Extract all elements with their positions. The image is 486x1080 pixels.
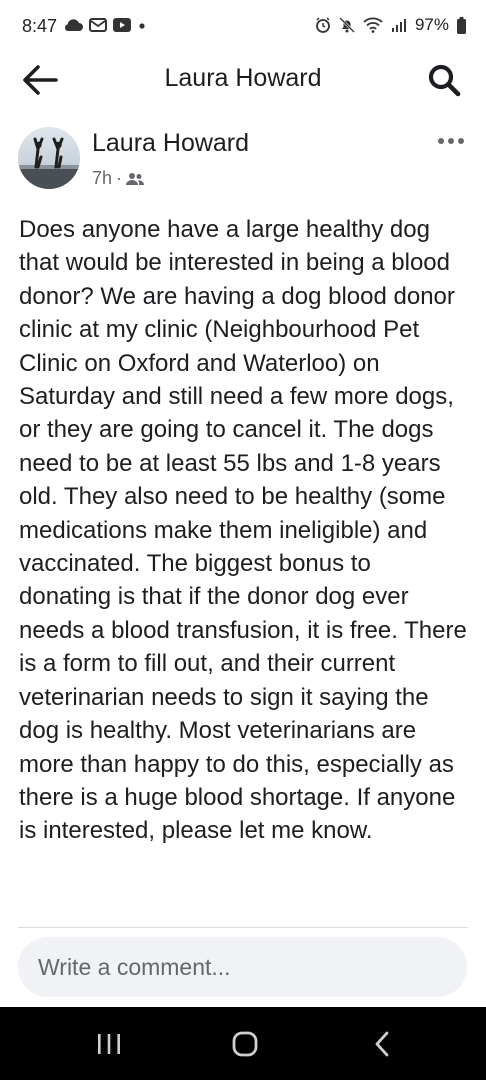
search-button[interactable]	[426, 62, 462, 98]
comment-input[interactable]	[18, 937, 438, 997]
more-options-button[interactable]	[436, 133, 466, 149]
home-icon	[232, 1031, 258, 1056]
meta-separator: ·	[116, 168, 123, 188]
silent-icon	[339, 17, 355, 33]
status-bar: 8:47 97%	[0, 0, 486, 54]
recents-icon	[98, 1033, 120, 1054]
system-icons: 97%	[315, 15, 466, 35]
notification-icons	[63, 18, 147, 32]
avatar[interactable]	[18, 127, 80, 189]
signal-icon	[391, 19, 406, 32]
back-icon	[375, 1031, 389, 1056]
dot-icon	[139, 23, 145, 29]
friends-icon	[126, 172, 145, 185]
status-time: 8:47	[22, 16, 58, 36]
post-author[interactable]: Laura Howard	[92, 129, 249, 158]
search-icon	[428, 64, 461, 97]
mail-icon	[89, 18, 107, 32]
post-meta: 7h ·	[92, 168, 145, 189]
home-button[interactable]	[205, 1007, 285, 1080]
post-text: Does anyone have a large healthy dog tha…	[19, 216, 467, 845]
recents-button[interactable]	[69, 1007, 149, 1080]
divider	[18, 927, 468, 928]
video-icon	[113, 18, 131, 32]
system-back-button[interactable]	[342, 1007, 422, 1080]
post-time[interactable]: 7h	[92, 168, 112, 189]
profile-photo	[18, 127, 80, 189]
more-icon	[438, 138, 464, 144]
cloud-icon	[64, 19, 83, 31]
comment-composer[interactable]	[18, 937, 467, 997]
app-header: Laura Howard	[0, 54, 486, 106]
battery-icon	[457, 16, 466, 34]
wifi-icon	[363, 17, 383, 33]
page-title: Laura Howard	[164, 64, 322, 92]
navigation-bar	[0, 1007, 486, 1080]
alarm-icon	[316, 17, 330, 33]
battery-percent: 97%	[414, 15, 449, 34]
